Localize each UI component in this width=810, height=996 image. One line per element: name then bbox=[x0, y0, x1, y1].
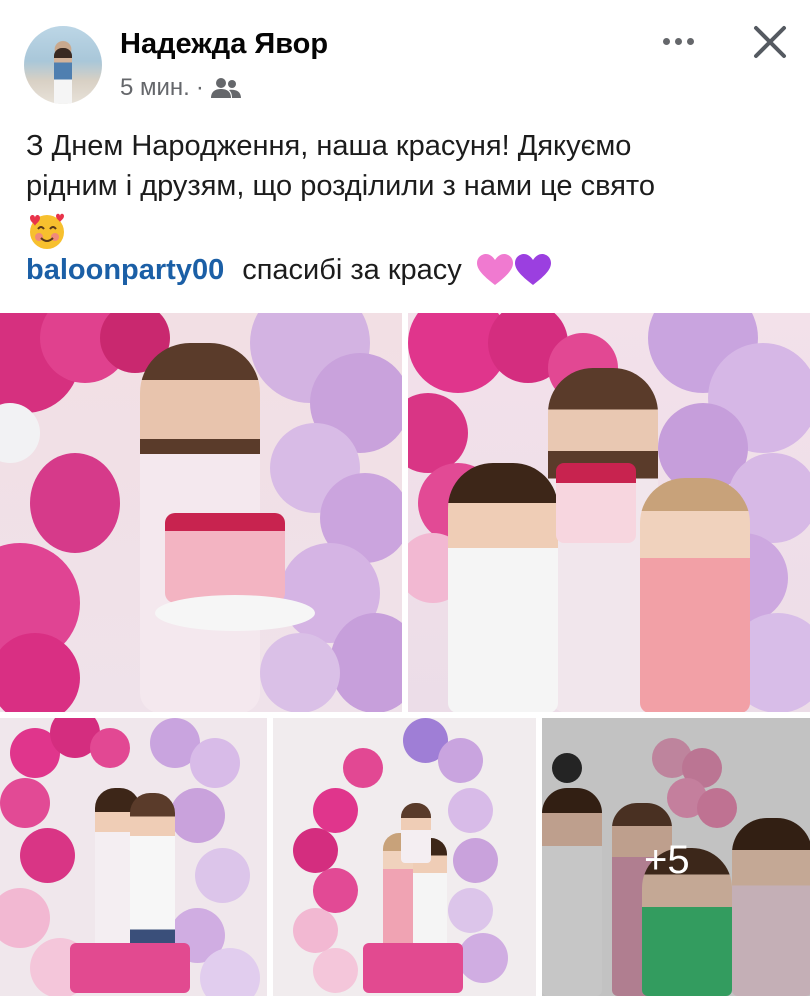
balloon-arch-image bbox=[408, 313, 810, 712]
tag-text: спасибі за красу bbox=[242, 253, 462, 286]
post-text-line: З Днем Народження, наша красуня! Дякуємо bbox=[26, 130, 632, 162]
post-time[interactable]: 5 мин. bbox=[120, 74, 190, 102]
post-text: З Днем Народження, наша красуня! Дякуємо… bbox=[26, 126, 796, 206]
balloon-arch-image bbox=[0, 718, 267, 996]
more-photos-overlay: +5 bbox=[542, 718, 810, 996]
author-name[interactable]: Надежда Явор bbox=[120, 28, 328, 61]
balloon-arch-image bbox=[273, 718, 536, 996]
post-photo[interactable] bbox=[273, 718, 536, 996]
more-options-button[interactable] bbox=[652, 26, 704, 56]
more-photos-count: +5 bbox=[644, 838, 690, 882]
more-photos-tile[interactable]: +5 bbox=[542, 718, 810, 996]
friends-icon bbox=[210, 78, 241, 98]
post-text-line: рідним і друзям, що розділили з нами це … bbox=[26, 170, 655, 202]
smiling-face-with-hearts-icon bbox=[30, 213, 64, 249]
close-icon[interactable] bbox=[746, 18, 794, 66]
mentioned-page-link[interactable]: baloonparty00 bbox=[26, 254, 224, 287]
dot-icon bbox=[674, 37, 682, 45]
dot-icon bbox=[686, 37, 694, 45]
balloon-arch-image bbox=[0, 313, 402, 712]
purple-heart-icon bbox=[514, 254, 551, 285]
post-photo[interactable] bbox=[0, 718, 267, 996]
post-photo[interactable] bbox=[0, 313, 402, 712]
tag-line: baloonparty00 спасибі за красу bbox=[26, 253, 552, 287]
post-photo[interactable] bbox=[408, 313, 810, 712]
author-avatar[interactable] bbox=[24, 26, 102, 104]
pink-heart-icon bbox=[476, 254, 513, 285]
dot-icon bbox=[662, 37, 670, 45]
post-header: Надежда Явор 5 мин. · bbox=[0, 0, 810, 115]
post-meta: 5 мин. · bbox=[120, 74, 242, 102]
meta-separator: · bbox=[195, 74, 204, 101]
